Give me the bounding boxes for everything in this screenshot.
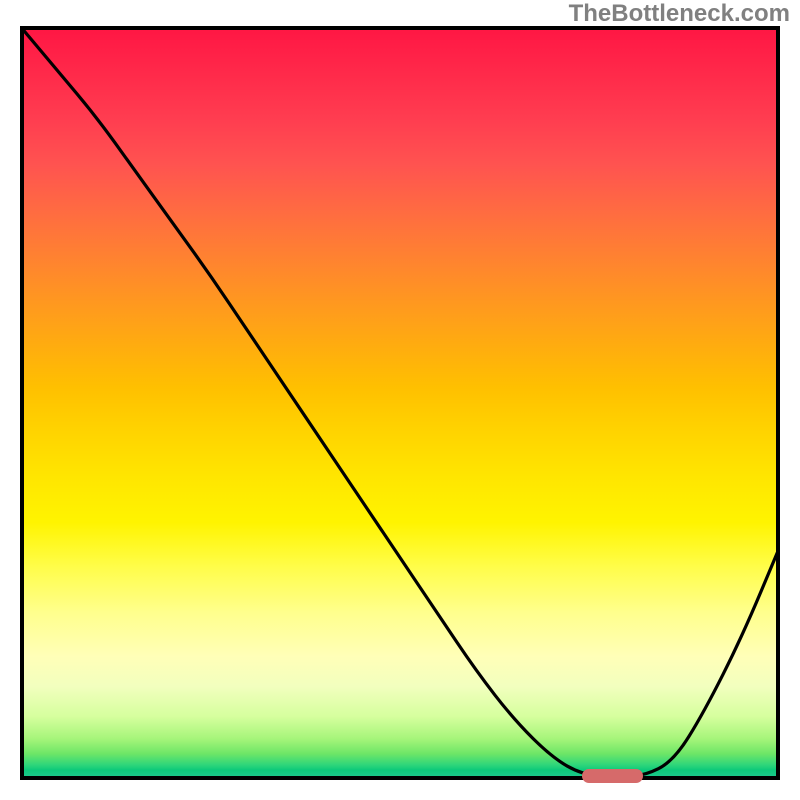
chart-container: TheBottleneck.com	[0, 0, 800, 800]
plot-area	[20, 26, 780, 780]
watermark-label: TheBottleneck.com	[569, 0, 790, 28]
optimal-range-marker	[582, 769, 643, 783]
